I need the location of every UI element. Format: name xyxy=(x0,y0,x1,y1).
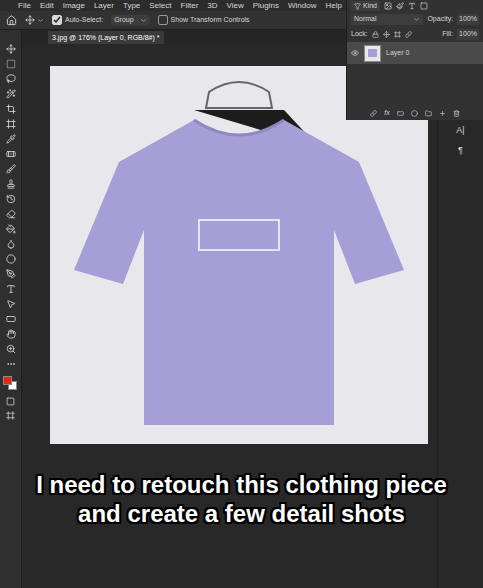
lock-all-icon[interactable] xyxy=(405,31,412,38)
tool-icon[interactable] xyxy=(6,104,16,114)
link-icon[interactable] xyxy=(370,110,377,117)
photoshop-window: File Edit Image Layer Type Select Filter 3D View… xyxy=(0,0,483,588)
tool-icon[interactable] xyxy=(6,224,16,234)
foreground-swatch[interactable] xyxy=(3,376,12,385)
tool-icon[interactable] xyxy=(6,359,16,369)
group-dropdown[interactable]: Group xyxy=(111,15,149,26)
fill-label: Fill: xyxy=(442,29,453,40)
menu-item[interactable]: Image xyxy=(63,2,85,10)
layers-footer: fx xyxy=(347,106,483,120)
transform-controls[interactable]: Show Transform Controls xyxy=(158,15,250,26)
fx-button[interactable]: fx xyxy=(384,108,389,119)
move-icon xyxy=(25,15,35,25)
transform-checkbox[interactable] xyxy=(158,15,168,25)
lock-row: Lock: Fill: 100% xyxy=(347,27,483,42)
tool-icon[interactable] xyxy=(6,209,16,219)
tool-icon[interactable] xyxy=(6,89,16,99)
chevron-icon xyxy=(140,17,147,24)
mask-icon[interactable] xyxy=(397,110,404,117)
lock-artboard-icon[interactable] xyxy=(394,31,401,38)
tool-icon[interactable] xyxy=(6,254,16,264)
move-tool-preset[interactable] xyxy=(25,15,44,25)
panel-button[interactable]: A| xyxy=(456,124,464,138)
layer-name[interactable]: Layer 0 xyxy=(386,48,409,59)
lock-icon[interactable] xyxy=(372,31,379,38)
delete-icon[interactable] xyxy=(453,110,460,117)
visibility-icon[interactable] xyxy=(351,49,359,57)
shirt-photo-icon xyxy=(59,70,419,440)
menu-item[interactable]: Edit xyxy=(40,2,54,10)
tool-icon[interactable] xyxy=(6,119,16,129)
layer-row[interactable]: Layer 0 xyxy=(347,42,483,64)
opacity-label: Opacity: xyxy=(427,14,453,25)
document-tab[interactable]: 3.jpg @ 176% (Layer 0, RGB/8#) * xyxy=(48,31,164,44)
new-layer-icon[interactable] xyxy=(439,110,446,117)
menu-item[interactable]: Plugins xyxy=(253,2,279,10)
fill-value[interactable]: 100% xyxy=(457,29,479,40)
chevron-icon xyxy=(413,16,420,23)
menu-item[interactable]: Filter xyxy=(181,2,199,10)
tool-icon[interactable] xyxy=(6,194,16,204)
tool-icon[interactable] xyxy=(6,314,16,324)
tool-icon[interactable] xyxy=(6,74,16,84)
blend-mode-dropdown[interactable]: Normal xyxy=(351,14,423,25)
tool-icon[interactable] xyxy=(6,44,16,54)
lock-label: Lock: xyxy=(351,29,368,40)
menu-item[interactable]: Help xyxy=(325,2,341,10)
pixel-filter-icon[interactable] xyxy=(384,2,392,10)
menu-item[interactable]: File xyxy=(18,2,31,10)
screen-mode-icon[interactable] xyxy=(6,411,15,420)
subtitle: I need to retouch this clothing piece an… xyxy=(0,470,483,528)
shape-filter-icon[interactable] xyxy=(420,2,428,10)
tool-icon[interactable] xyxy=(6,344,16,354)
quick-mask-icon[interactable] xyxy=(6,397,15,406)
lock-position-icon[interactable] xyxy=(383,31,390,38)
adjust-filter-icon[interactable] xyxy=(396,2,404,10)
panel-button[interactable]: ¶ xyxy=(458,144,463,158)
menu-item[interactable]: 3D xyxy=(207,2,217,10)
tool-icon[interactable] xyxy=(6,299,16,309)
checkmark-icon xyxy=(53,16,61,24)
tool-icon[interactable] xyxy=(6,134,16,144)
group-icon[interactable] xyxy=(425,110,432,117)
toolbar xyxy=(0,30,22,588)
blend-row: Normal Opacity: 100% xyxy=(347,12,483,27)
menu-item[interactable]: Layer xyxy=(94,2,114,10)
home-icon[interactable] xyxy=(6,15,17,26)
filter-dropdown[interactable]: Kind xyxy=(351,1,380,12)
layer-list: Layer 0 xyxy=(347,42,483,106)
type-filter-icon[interactable] xyxy=(408,2,416,10)
tool-icon[interactable] xyxy=(6,59,16,69)
tool-icon[interactable] xyxy=(6,284,16,294)
color-swatches[interactable] xyxy=(3,376,19,392)
auto-select[interactable]: Auto-Select: xyxy=(52,15,103,26)
menu-item[interactable]: View xyxy=(227,2,244,10)
subtitle-text: I need to retouch this clothing piece an… xyxy=(24,470,459,528)
tool-icon[interactable] xyxy=(6,239,16,249)
opacity-value[interactable]: 100% xyxy=(457,14,479,25)
tool-icon[interactable] xyxy=(6,269,16,279)
tool-icon[interactable] xyxy=(6,329,16,339)
menu-item[interactable]: Window xyxy=(288,2,316,10)
photo xyxy=(50,66,428,444)
layers-panel: Kind Normal Opacity: 100% Lock: Fill: 100% Laye… xyxy=(346,0,483,120)
search-icon xyxy=(354,3,361,10)
tool-icon[interactable] xyxy=(6,149,16,159)
tool-icon[interactable] xyxy=(6,179,16,189)
layer-thumbnail xyxy=(364,45,381,62)
tool-icon[interactable] xyxy=(6,164,16,174)
menu-item[interactable]: Type xyxy=(123,2,140,10)
chevron-icon xyxy=(37,17,44,24)
menu-item[interactable]: Select xyxy=(149,2,171,10)
adjustment-icon[interactable] xyxy=(411,110,418,117)
auto-select-checkbox[interactable] xyxy=(52,15,62,25)
layer-filter-row: Kind xyxy=(347,0,483,12)
